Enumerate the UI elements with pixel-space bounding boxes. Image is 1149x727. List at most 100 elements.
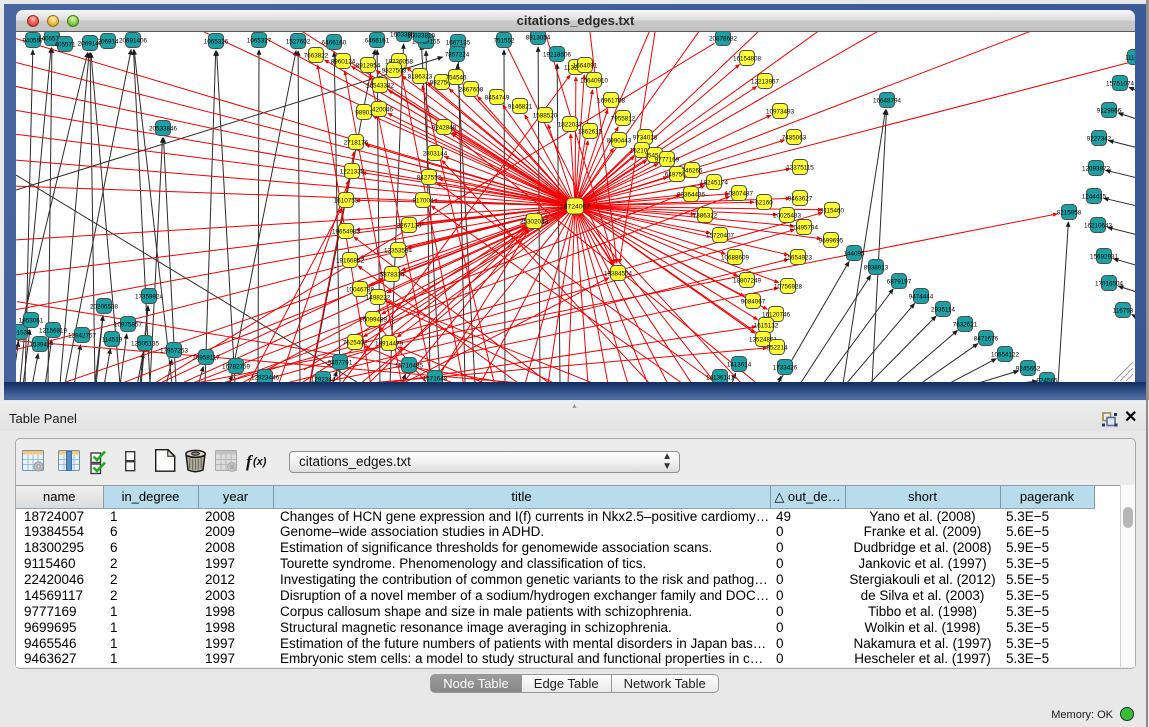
svg-text:751552: 751552 — [493, 38, 515, 45]
svg-text:16543382: 16543382 — [366, 83, 395, 90]
svg-text:1244415: 1244415 — [1082, 194, 1107, 201]
svg-text:9129966: 9129966 — [1097, 108, 1122, 115]
svg-text:8454749: 8454749 — [485, 95, 510, 102]
svg-text:3267130: 3267130 — [397, 223, 422, 230]
svg-text:15654923: 15654923 — [784, 255, 813, 262]
svg-text:(x): (x) — [253, 456, 267, 468]
svg-text:9457791: 9457791 — [328, 360, 353, 367]
svg-text:852214: 852214 — [766, 345, 788, 352]
svg-text:2935114: 2935114 — [931, 307, 956, 314]
svg-text:9463627: 9463627 — [788, 196, 813, 203]
svg-text:1413614: 1413614 — [727, 362, 752, 369]
svg-text:16210643: 16210643 — [1084, 223, 1113, 230]
svg-text:10975857: 10975857 — [114, 322, 143, 329]
svg-text:10756928: 10756928 — [774, 284, 803, 291]
svg-text:754546: 754546 — [445, 75, 467, 82]
svg-text:12353594: 12353594 — [384, 248, 413, 255]
svg-text:15716485: 15716485 — [395, 363, 424, 370]
svg-text:16099489: 16099489 — [359, 317, 388, 324]
svg-text:98901: 98901 — [355, 110, 373, 117]
svg-text:8990443: 8990443 — [607, 138, 632, 145]
svg-text:9146821: 9146821 — [508, 104, 533, 111]
svg-text:10958117: 10958117 — [192, 355, 220, 362]
svg-text:10807487: 10807487 — [725, 191, 754, 198]
svg-text:10688609: 10688609 — [721, 255, 750, 262]
svg-text:9827503: 9827503 — [382, 68, 407, 75]
svg-text:20878682: 20878682 — [709, 36, 738, 43]
svg-text:2803144: 2803144 — [423, 151, 448, 158]
svg-text:20533846: 20533846 — [149, 126, 178, 133]
svg-text:20206538: 20206538 — [90, 304, 119, 311]
svg-text:19166852: 19166852 — [336, 258, 365, 265]
svg-text:1065327: 1065327 — [247, 38, 272, 45]
svg-text:12505135: 12505135 — [131, 341, 160, 348]
svg-text:1527602: 1527602 — [286, 39, 311, 46]
svg-text:16648794: 16648794 — [873, 98, 902, 105]
svg-text:7485063: 7485063 — [782, 135, 807, 142]
svg-text:6466160: 6466160 — [322, 40, 347, 47]
svg-text:7663822: 7663822 — [304, 53, 329, 60]
svg-text:62160: 62160 — [755, 200, 773, 207]
svg-text:9474444: 9474444 — [909, 294, 934, 301]
svg-text:5878334: 5878334 — [380, 272, 405, 279]
svg-text:17957253: 17957253 — [160, 348, 189, 355]
svg-text:111253: 111253 — [1125, 55, 1135, 62]
svg-text:8215958: 8215958 — [1057, 210, 1082, 217]
svg-text:1953061: 1953061 — [19, 318, 44, 325]
svg-text:10654122: 10654122 — [991, 352, 1020, 359]
svg-text:924565: 924565 — [1036, 378, 1058, 383]
svg-text:8960124: 8960124 — [331, 59, 356, 66]
svg-text:16961758: 16961758 — [597, 98, 626, 105]
svg-text:18245174: 18245174 — [700, 180, 729, 187]
svg-text:16033810: 16033810 — [407, 33, 436, 40]
svg-text:8938913: 8938913 — [864, 265, 889, 272]
svg-text:7857224: 7857224 — [445, 52, 470, 59]
svg-text:17016504: 17016504 — [1095, 281, 1124, 288]
svg-text:1292344: 1292344 — [311, 377, 336, 383]
svg-text:2867608: 2867608 — [459, 87, 484, 94]
svg-text:20691406: 20691406 — [119, 38, 148, 45]
svg-text:7625402: 7625402 — [343, 340, 368, 347]
svg-text:7386322: 7386322 — [693, 213, 718, 220]
svg-text:16914479: 16914479 — [375, 341, 404, 348]
svg-text:25302033: 25302033 — [520, 219, 549, 226]
svg-text:10973493: 10973493 — [766, 109, 795, 116]
svg-text:1362615: 1362615 — [578, 129, 603, 136]
svg-text:1498222: 1498222 — [366, 295, 391, 302]
svg-text:9084067: 9084067 — [741, 299, 766, 306]
svg-text:10025433: 10025433 — [773, 213, 802, 220]
svg-text:18807249: 18807249 — [733, 278, 762, 285]
svg-text:12375115: 12375115 — [786, 165, 814, 172]
svg-text:9777169: 9777169 — [655, 157, 680, 164]
svg-text:6879197: 6879197 — [887, 279, 912, 286]
svg-text:12213967: 12213967 — [751, 79, 780, 86]
svg-text:19654983: 19654983 — [332, 229, 361, 236]
svg-text:16640910: 16640910 — [580, 78, 609, 85]
svg-text:14136141: 14136141 — [706, 375, 735, 382]
svg-text:15692931: 15692931 — [1090, 254, 1119, 261]
svg-text:15720407: 15720407 — [706, 233, 735, 240]
svg-text:15751074: 15751074 — [1106, 81, 1135, 88]
svg-text:9115460: 9115460 — [820, 208, 845, 215]
svg-text:19384554: 19384554 — [604, 271, 633, 278]
svg-text:144095: 144095 — [843, 251, 865, 258]
svg-text:116753: 116753 — [1113, 308, 1134, 315]
svg-text:12942757: 12942757 — [68, 333, 97, 340]
svg-text:16782759: 16782759 — [222, 364, 251, 371]
svg-text:1065326: 1065326 — [204, 39, 229, 46]
svg-text:1221338: 1221338 — [340, 169, 365, 176]
svg-text:6466161: 6466161 — [365, 38, 390, 45]
svg-text:1615132: 1615132 — [754, 323, 779, 330]
svg-text:153941: 153941 — [29, 342, 51, 349]
svg-text:7632621: 7632621 — [953, 322, 978, 329]
svg-text:206914: 206914 — [97, 39, 119, 46]
svg-text:12093872: 12093872 — [1082, 166, 1111, 173]
svg-text:8471676: 8471676 — [974, 336, 999, 343]
svg-text:1588520: 1588520 — [533, 113, 558, 120]
svg-text:20364436: 20364436 — [677, 192, 706, 199]
svg-text:917004: 917004 — [412, 198, 434, 205]
svg-text:1667135: 1667135 — [446, 40, 471, 47]
svg-text:19218506: 19218506 — [543, 52, 572, 59]
svg-text:18724007: 18724007 — [560, 204, 590, 211]
svg-text:1822037: 1822037 — [558, 122, 583, 129]
